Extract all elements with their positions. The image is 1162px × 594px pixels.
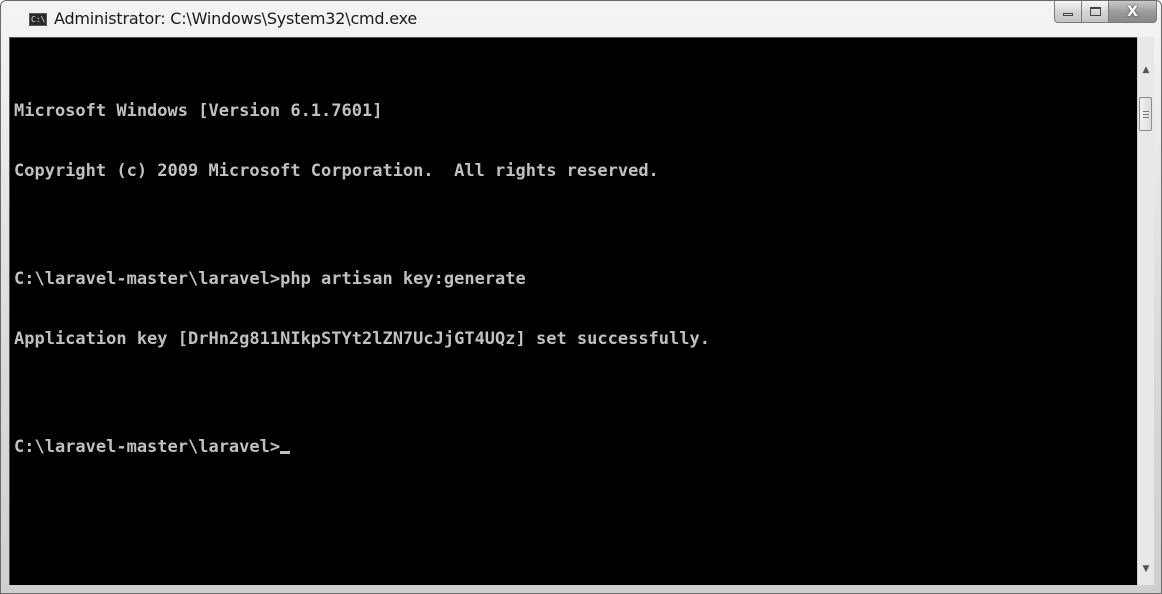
console-line: Microsoft Windows [Version 6.1.7601] (14, 101, 383, 121)
console-area[interactable]: Microsoft Windows [Version 6.1.7601] Cop… (9, 37, 1137, 585)
scroll-up-button[interactable]: ▲ (1138, 61, 1154, 78)
minimize-button[interactable] (1054, 1, 1082, 23)
console-prompt-line: C:\laravel-master\laravel> (14, 437, 710, 457)
maximize-icon (1089, 7, 1101, 16)
console-line: Application key [DrHn2g811NIkpSTYt2lZN7U… (14, 329, 710, 349)
close-button[interactable]: X (1109, 1, 1157, 23)
close-icon: X (1127, 3, 1138, 20)
window-frame-bottom (1, 585, 1161, 593)
scroll-up-arrow-icon: ▲ (1142, 64, 1150, 75)
scroll-down-arrow-icon: ▼ (1142, 563, 1150, 574)
console-prompt: C:\laravel-master\laravel> (14, 437, 281, 457)
cmd-app-icon[interactable]: C:\ (29, 13, 47, 26)
scroll-down-button[interactable]: ▼ (1138, 560, 1154, 577)
cmd-window: C:\ Administrator: C:\Windows\System32\c… (0, 0, 1162, 594)
console-output: Microsoft Windows [Version 6.1.7601] Cop… (14, 61, 710, 497)
maximize-button[interactable] (1082, 1, 1109, 23)
thumb-grip-line (1143, 111, 1149, 112)
minimize-icon (1063, 13, 1073, 16)
console-line: Copyright (c) 2009 Microsoft Corporation… (14, 161, 659, 181)
vertical-scrollbar[interactable]: ▲ ▼ (1137, 37, 1154, 585)
console-line: C:\laravel-master\laravel>php artisan ke… (14, 269, 526, 289)
thumb-grip-line (1143, 114, 1149, 115)
thumb-grip-line (1143, 117, 1149, 118)
title-bar[interactable]: C:\ Administrator: C:\Windows\System32\c… (1, 1, 1161, 37)
text-cursor (280, 451, 291, 454)
window-title: Administrator: C:\Windows\System32\cmd.e… (54, 9, 418, 28)
caption-buttons: X (1054, 1, 1157, 23)
scrollbar-thumb[interactable] (1139, 97, 1152, 131)
